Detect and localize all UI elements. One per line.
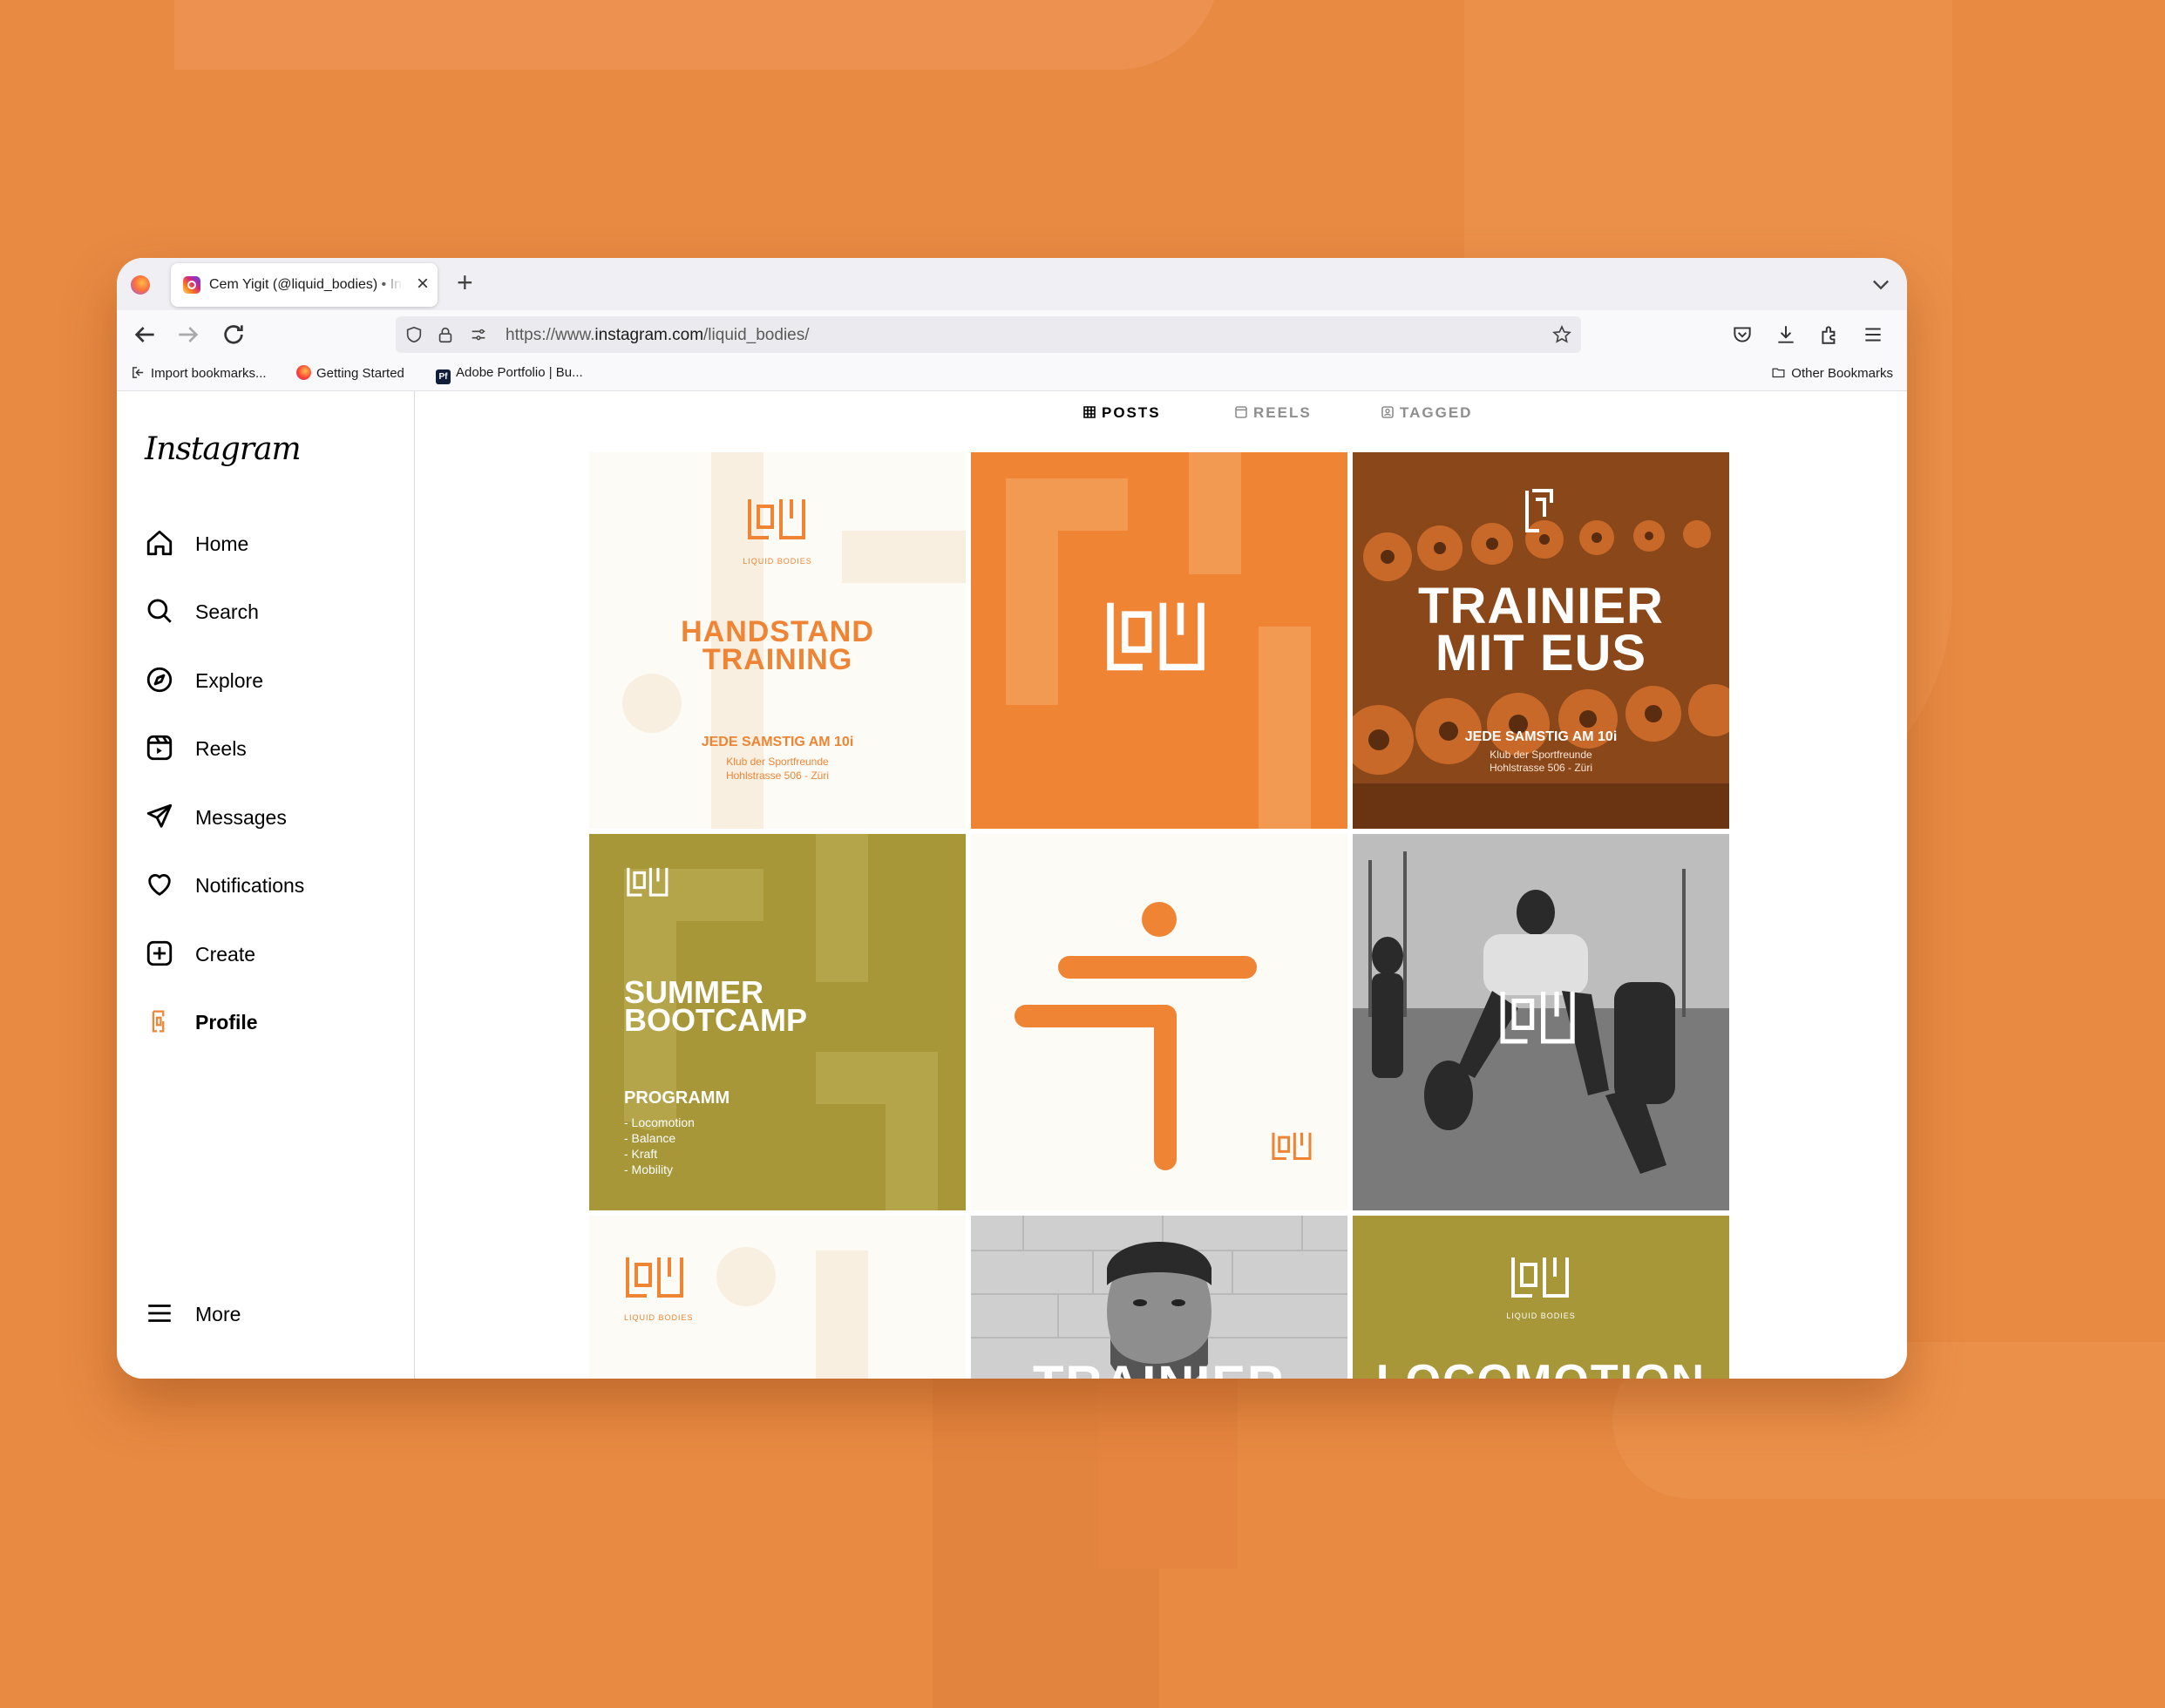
new-tab-icon[interactable]: +: [457, 267, 473, 298]
other-bookmarks[interactable]: Other Bookmarks: [1771, 365, 1893, 381]
post-schedule: JEDE SAMSTIG AM 10i: [1464, 729, 1618, 744]
bookmarks-toolbar: Import bookmarks... Getting Started Pf Ad…: [117, 359, 1907, 391]
liquid-bodies-logo: [627, 867, 669, 897]
post-tile[interactable]: LIQUID BODIES HANDSTAND TRAINING JEDE SAM…: [589, 452, 966, 829]
sidebar-item-home[interactable]: Home: [145, 521, 397, 563]
plus-square-icon: [146, 940, 173, 966]
extensions-icon[interactable]: [1818, 323, 1841, 346]
post-tile[interactable]: LIQUID BODIES LOCOMOTION: [1353, 1216, 1729, 1379]
brand-mark-icon: [1525, 489, 1553, 532]
import-icon: [132, 367, 144, 378]
firefox-icon: [296, 365, 311, 380]
sidebar-item-reels[interactable]: Reels: [145, 726, 397, 768]
post-tile[interactable]: [1353, 834, 1729, 1210]
post-tile[interactable]: TRAINIER MIT EUS JEDE SAMSTIG AM 10i Klub…: [1353, 452, 1729, 829]
brand-label: LIQUID BODIES: [743, 557, 812, 566]
navigation-toolbar: https://www.instagram.com/liquid_bodies/: [117, 310, 1907, 359]
hamburger-menu-icon: [148, 1305, 171, 1322]
compass-icon: [146, 667, 173, 693]
post-venue: Klub der Sportfreunde: [1490, 749, 1592, 761]
sidebar-item-explore[interactable]: Explore: [145, 658, 397, 700]
sidebar-item-profile[interactable]: Profile: [145, 1000, 397, 1041]
liquid-bodies-logo: [1107, 602, 1205, 671]
address-bar[interactable]: https://www.instagram.com/liquid_bodies/: [396, 316, 1581, 353]
tagged-user-icon: [1381, 406, 1394, 418]
sidebar-item-more[interactable]: More: [145, 1291, 397, 1333]
post-tile[interactable]: LIQUID BODIES: [589, 1216, 966, 1379]
firefox-icon[interactable]: [131, 275, 150, 295]
sidebar-item-create[interactable]: Create: [145, 932, 397, 973]
liquid-bodies-logo: [626, 1257, 683, 1298]
post-title: SUMMER BOOTCAMP: [624, 974, 807, 1038]
sidebar-item-search[interactable]: Search: [145, 589, 397, 631]
trainer-portrait-photo: [971, 1216, 1347, 1379]
forward-arrow-icon[interactable]: [174, 321, 202, 349]
post-title: LOCOMOTION: [1353, 1355, 1729, 1379]
permissions-icon[interactable]: [469, 325, 488, 344]
posts-grid: LIQUID BODIES HANDSTAND TRAINING JEDE SAM…: [589, 452, 1731, 1379]
grid-icon: [1083, 406, 1096, 418]
browser-tab[interactable]: Cem Yigit (@liquid_bodies) • Instagram ×: [171, 263, 438, 307]
post-title: TRAINIER: [971, 1355, 1347, 1379]
liquid-bodies-logo: [1500, 992, 1575, 1044]
bookmark-item[interactable]: Getting Started: [296, 365, 404, 381]
heart-icon: [148, 874, 171, 896]
tab-tagged[interactable]: TAGGED: [1381, 404, 1472, 422]
post-title: TRAINIER MIT EUS: [1418, 578, 1664, 681]
tab-posts[interactable]: POSTS: [1082, 404, 1161, 422]
tab-title: Cem Yigit (@liquid_bodies) • Instagram: [209, 277, 403, 293]
profile-content: POSTS REELS TAGGED LIQUID BODIES HANDSTA…: [415, 391, 1907, 1379]
post-tile[interactable]: [971, 834, 1347, 1210]
post-tile[interactable]: [971, 452, 1347, 829]
liquid-bodies-logo: [1272, 1132, 1312, 1161]
sidebar: Instagram Home Search Explore Reels Mess…: [117, 391, 415, 1379]
lock-icon[interactable]: [436, 325, 455, 344]
tab-close-icon[interactable]: ×: [417, 272, 429, 296]
sidebar-item-notifications[interactable]: Notifications: [145, 863, 397, 905]
download-icon[interactable]: [1775, 323, 1797, 346]
hamburger-menu-icon[interactable]: [1862, 323, 1884, 346]
program-title: PROGRAMM: [624, 1088, 730, 1108]
reload-icon[interactable]: [220, 321, 248, 349]
post-address: Hohlstrasse 506 - Züri: [1489, 762, 1593, 774]
brand-label: LIQUID BODIES: [1506, 1312, 1576, 1320]
tab-reels[interactable]: REELS: [1234, 404, 1312, 422]
instagram-page: Instagram Home Search Explore Reels Mess…: [117, 391, 1907, 1379]
paper-plane-icon: [146, 803, 173, 828]
program-list: - Locomotion - Balance - Kraft - Mobility: [624, 1115, 695, 1176]
instagram-favicon-icon: [183, 276, 200, 294]
home-icon: [146, 530, 173, 556]
back-arrow-icon[interactable]: [131, 321, 159, 349]
brand-label: LIQUID BODIES: [624, 1313, 694, 1322]
post-address: Hohlstrasse 506 - Züri: [725, 769, 830, 782]
pocket-icon[interactable]: [1731, 323, 1754, 346]
folder-icon: [1772, 368, 1785, 378]
bookmark-item[interactable]: Import bookmarks...: [131, 365, 267, 381]
shield-icon[interactable]: [404, 325, 424, 344]
liquid-bodies-logo: [1511, 1257, 1569, 1298]
tab-strip: Cem Yigit (@liquid_bodies) • Instagram ×…: [117, 258, 1907, 310]
profile-tabs: POSTS REELS TAGGED: [415, 391, 1907, 435]
post-venue: Klub der Sportfreunde: [726, 756, 829, 768]
search-icon: [147, 599, 172, 623]
star-icon[interactable]: [1551, 324, 1572, 345]
background-shape: [174, 0, 1220, 70]
bookmark-item[interactable]: Pf Adobe Portfolio | Bu...: [436, 365, 583, 384]
post-tile[interactable]: TRAINIER: [971, 1216, 1347, 1379]
post-title: HANDSTAND TRAINING: [681, 615, 874, 676]
post-tile[interactable]: SUMMER BOOTCAMP PROGRAMM - Locomotion - Ba…: [589, 834, 966, 1210]
reels-icon: [1235, 406, 1247, 418]
instagram-logo[interactable]: Instagram: [145, 431, 302, 467]
chevron-down-icon[interactable]: [1869, 272, 1893, 296]
sidebar-item-messages[interactable]: Messages: [145, 795, 397, 837]
post-schedule: JEDE SAMSTIG AM 10i: [701, 735, 854, 749]
url-text: https://www.instagram.com/liquid_bodies/: [506, 326, 810, 344]
browser-window: Cem Yigit (@liquid_bodies) • Instagram ×…: [117, 258, 1907, 1379]
adobe-portfolio-icon: Pf: [436, 369, 451, 384]
profile-avatar-icon: [152, 1010, 165, 1033]
reels-icon: [146, 735, 173, 761]
liquid-bodies-logo: [748, 499, 805, 539]
